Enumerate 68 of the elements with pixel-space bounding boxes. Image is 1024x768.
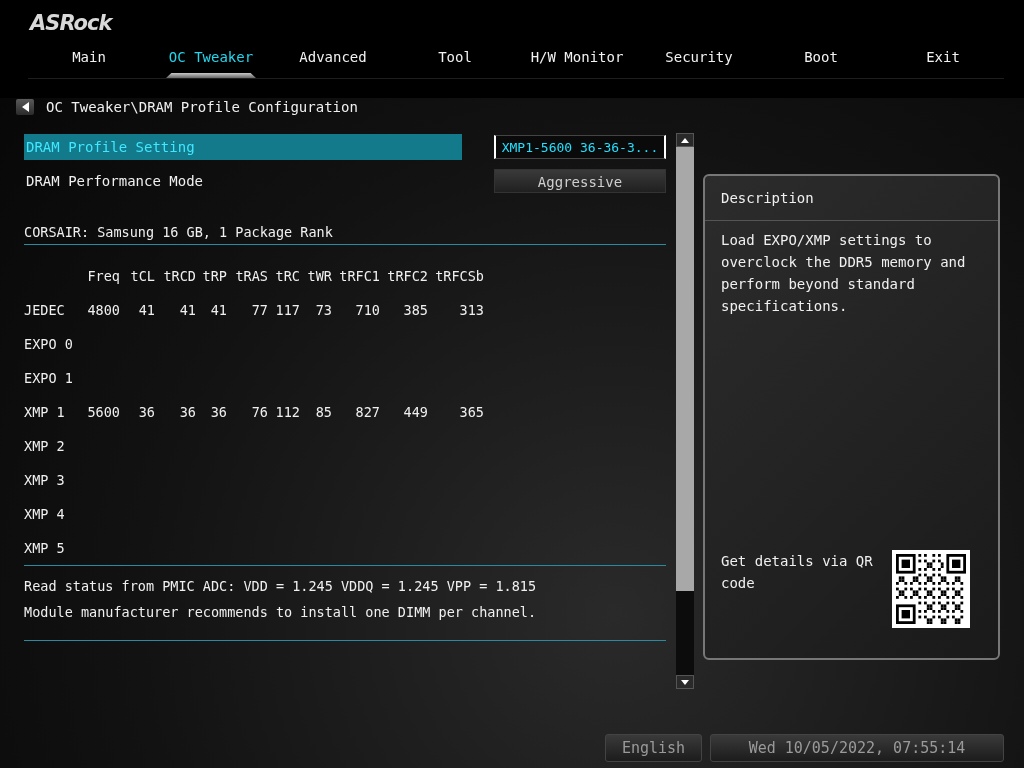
date-time-display: Wed 10/05/2022, 07:55:14 xyxy=(710,734,1004,762)
down-triangle-icon xyxy=(681,679,689,685)
table-cell-text: 4800 xyxy=(86,302,120,318)
table-cell-text: 385 xyxy=(402,302,428,318)
column-header: tRC xyxy=(274,268,300,284)
column-header: tRFC1 xyxy=(338,268,380,284)
table-cell-text: 41 xyxy=(137,302,155,318)
breadcrumb: OC Tweaker\DRAM Profile Configuration xyxy=(46,99,358,115)
setting-value-dropdown[interactable]: Aggressive xyxy=(494,169,666,193)
table-cell-text: 73 xyxy=(314,302,332,318)
status-line: Module manufacturer recommends to install one DIMM per channel. xyxy=(24,604,538,620)
qr-code-icon xyxy=(896,554,966,624)
column-header: tWR xyxy=(306,268,332,284)
table-cell-text: 365 xyxy=(458,404,484,420)
table-cell-text: 313 xyxy=(458,302,484,318)
table-cell-text: 710 xyxy=(354,302,380,318)
table-cell-text: 112 xyxy=(274,404,300,420)
row-label: EXPO 1 xyxy=(24,370,74,386)
column-header: Freq xyxy=(86,268,120,284)
table-cell-text: 36 xyxy=(137,404,155,420)
column-header: tRFCSb xyxy=(434,268,484,284)
table-cell-text: 36 xyxy=(209,404,227,420)
description-text: Load EXPO/XMP settings to overclock the DDR5 memory and perform beyond standard specifications. xyxy=(720,231,967,316)
setting-value-dropdown[interactable]: XMP1-5600 36-36-3... xyxy=(494,135,666,159)
back-button[interactable] xyxy=(16,99,34,115)
table-cell-text: 827 xyxy=(354,404,380,420)
table-cell-text: 117 xyxy=(274,302,300,318)
scroll-down-button[interactable] xyxy=(676,675,694,689)
nav-tab[interactable]: Main xyxy=(28,46,150,78)
row-label: XMP 4 xyxy=(24,506,66,522)
table-cell-text: 41 xyxy=(209,302,227,318)
nav-tab[interactable]: Advanced xyxy=(272,46,394,78)
table-cell-text: 41 xyxy=(178,302,196,318)
nav-tab[interactable]: Security xyxy=(638,46,760,78)
column-header: tRCD xyxy=(162,268,196,284)
module-info: CORSAIR: Samsung 16 GB, 1 Package Rank xyxy=(24,224,334,242)
column-header: tRFC2 xyxy=(386,268,428,284)
nav-tab[interactable]: H/W Monitor xyxy=(516,46,638,78)
scrollbar[interactable] xyxy=(676,133,694,689)
row-label: XMP 3 xyxy=(24,472,66,488)
table-cell-text: 76 xyxy=(250,404,268,420)
scrollbar-thumb[interactable] xyxy=(676,147,694,591)
column-header: tRP xyxy=(201,268,227,284)
left-triangle-icon xyxy=(21,102,29,112)
row-label: JEDEC xyxy=(24,302,66,318)
row-label: XMP 2 xyxy=(24,438,66,454)
table-cell-text: 449 xyxy=(402,404,428,420)
table-cell-text: 77 xyxy=(250,302,268,318)
brand-logo: ASRock xyxy=(30,10,112,36)
row-label: EXPO 0 xyxy=(24,336,74,352)
column-header: tCL xyxy=(129,268,155,284)
description-title: Description xyxy=(705,176,998,221)
row-label: XMP 5 xyxy=(24,540,66,556)
nav-tab[interactable]: OC Tweaker xyxy=(150,46,272,78)
nav-tab[interactable]: Exit xyxy=(882,46,1004,78)
row-label: XMP 1 xyxy=(24,404,66,420)
up-triangle-icon xyxy=(681,137,689,143)
nav-tab[interactable]: Boot xyxy=(760,46,882,78)
column-header: tRAS xyxy=(234,268,268,284)
language-button[interactable]: English xyxy=(605,734,702,762)
status-line: Read status from PMIC ADC: VDD = 1.245 VDDQ = 1.245 VPP = 1.815 xyxy=(24,578,538,594)
table-cell-text: 36 xyxy=(178,404,196,420)
table-cell-text: 5600 xyxy=(86,404,120,420)
table-cell-text: 85 xyxy=(314,404,332,420)
qr-caption: Get details via QR code xyxy=(721,552,874,593)
scroll-up-button[interactable] xyxy=(676,133,694,147)
setting-label[interactable]: DRAM Performance Mode xyxy=(24,168,462,194)
nav-tab[interactable]: Tool xyxy=(394,46,516,78)
